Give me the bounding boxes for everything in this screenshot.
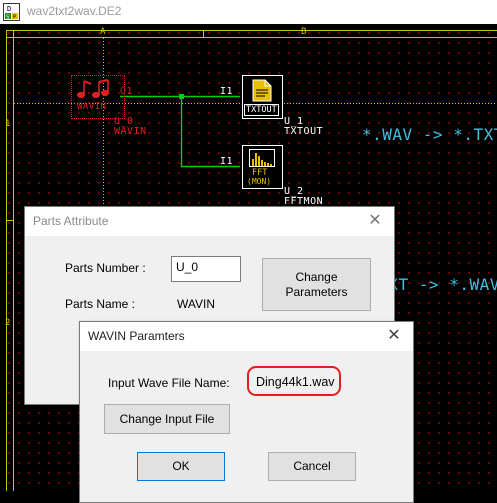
window-title: wav2txt2wav.DE2 <box>27 4 121 18</box>
parts-number-label: Parts Number : <box>65 261 146 275</box>
wavin-parameters-titlebar: WAVIN Paramters ✕ <box>80 322 413 351</box>
annotation-clip: *.TXT -> *.WAV <box>394 274 497 296</box>
txtout-name: TXTOUT <box>284 126 323 137</box>
wavin-parameters-dialog: WAVIN Paramters ✕ Input Wave File Name: … <box>79 321 414 503</box>
annotation-wav-to-txt: *.WAV -> *.TXT <box>362 125 497 144</box>
wavin-parameters-title: WAVIN Paramters <box>88 329 185 343</box>
window-titlebar: D S P wav2txt2wav.DE2 <box>0 0 497 24</box>
close-icon[interactable]: ✕ <box>385 327 403 345</box>
parts-name-value: WAVIN <box>177 297 215 311</box>
fftmon-port-label: I1 <box>220 156 233 167</box>
parts-attribute-titlebar: Parts Attribute ✕ <box>25 207 394 236</box>
input-wave-value: Ding44k1.wav <box>256 375 335 389</box>
parts-attribute-title: Parts Attribute <box>33 214 108 228</box>
close-icon[interactable]: ✕ <box>366 212 384 230</box>
txtout-port-label: I1 <box>220 86 233 97</box>
column-label-b: B <box>301 27 306 37</box>
txtout-icon-text: TXTOUT <box>244 104 279 116</box>
svg-text:S: S <box>6 15 9 21</box>
ok-button[interactable]: OK <box>137 452 225 481</box>
part-wavin[interactable]: WAVIN <box>71 75 125 119</box>
fftmon-icon-subtext: (MON) <box>247 177 271 186</box>
wavin-port-label: O1 <box>120 86 133 97</box>
column-label-a: A <box>100 27 105 37</box>
row-label-2: 2 <box>5 318 10 328</box>
part-fftmon[interactable]: FFT (MON) <box>242 145 283 189</box>
parts-name-label: Parts Name : <box>65 297 135 311</box>
svg-text:D: D <box>7 5 11 13</box>
change-input-file-button[interactable]: Change Input File <box>104 404 230 434</box>
change-parameters-button[interactable]: Change Parameters <box>262 258 371 311</box>
wavin-name: WAVIN <box>114 126 147 137</box>
app-icon[interactable]: D S P <box>3 3 20 21</box>
input-wave-label: Input Wave File Name: <box>108 376 230 390</box>
wavin-icon-text: WAVIN <box>77 102 107 112</box>
annotation-txt-to-wav: *.TXT -> *.WAV <box>394 275 497 294</box>
row-label-1: 1 <box>5 119 10 129</box>
cancel-button[interactable]: Cancel <box>268 452 356 481</box>
parts-number-field[interactable]: U_0 <box>171 256 241 282</box>
part-txtout[interactable]: TXTOUT <box>242 75 283 119</box>
